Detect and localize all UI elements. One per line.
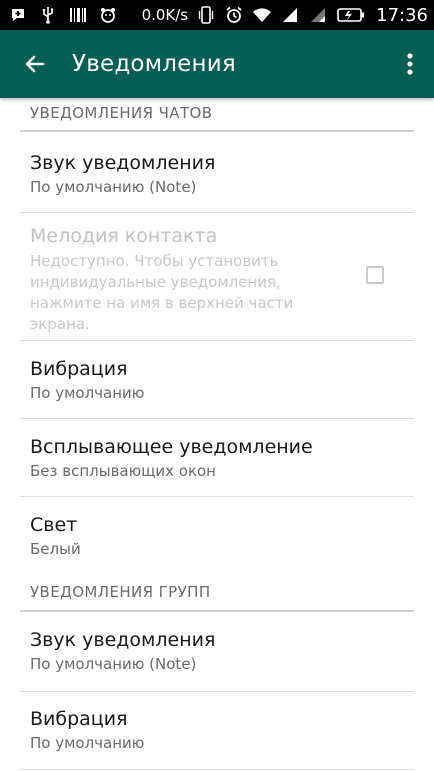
setting-chat-vibration[interactable]: Вибрация По умолчанию: [0, 341, 414, 418]
setting-value: По умолчанию: [30, 384, 145, 402]
app-bar: Уведомления: [0, 30, 434, 98]
setting-title: Всплывающее уведомление: [30, 436, 313, 458]
setting-title: Вибрация: [30, 358, 128, 380]
setting-title: Звук уведомления: [30, 152, 216, 174]
vibrate-icon: [196, 6, 216, 24]
setting-description: Недоступно. Чтобы установить индивидуаль…: [30, 252, 294, 333]
status-bar: 0.0K/s 17:36: [0, 0, 434, 30]
setting-value: По умолчанию: [30, 734, 145, 752]
more-options-icon[interactable]: [402, 49, 418, 79]
divider: [20, 769, 414, 770]
setting-group-sound[interactable]: Звук уведомления По умолчанию (Note): [0, 612, 414, 691]
setting-value: По умолчанию (Note): [30, 178, 197, 196]
alarm-icon: [224, 6, 244, 24]
signal-icon-2: [308, 6, 328, 24]
battery-icon: [336, 6, 366, 24]
setting-value: По умолчанию (Note): [30, 655, 197, 673]
usb-icon: [38, 6, 58, 24]
clock: 17:36: [376, 4, 428, 26]
wifi-icon: [252, 6, 272, 24]
setting-contact-tone: Мелодия контакта Недоступно. Чтобы устан…: [0, 213, 414, 340]
section-header-groups: УВЕДОМЛЕНИЯ ГРУПП: [20, 573, 414, 612]
setting-title: Свет: [30, 514, 78, 536]
setting-light[interactable]: Свет Белый: [0, 497, 414, 573]
contact-tone-checkbox: [366, 266, 384, 284]
page-title: Уведомления: [72, 51, 236, 77]
barcode-icon: [68, 6, 88, 24]
setting-title: Вибрация: [30, 708, 128, 730]
settings-list: УВЕДОМЛЕНИЯ ЧАТОВ Звук уведомления По ум…: [0, 98, 434, 770]
setting-value: Без всплывающих окон: [30, 462, 216, 480]
section-header-chats: УВЕДОМЛЕНИЯ ЧАТОВ: [20, 98, 414, 132]
setting-title: Мелодия контакта: [30, 225, 218, 247]
signal-icon: [280, 6, 300, 24]
setting-value: Белый: [30, 540, 81, 558]
network-speed: 0.0K/s: [141, 6, 189, 24]
setting-popup-notification[interactable]: Всплывающее уведомление Без всплывающих …: [0, 419, 414, 496]
setting-title: Звук уведомления: [30, 629, 216, 651]
setting-chat-sound[interactable]: Звук уведомления По умолчанию (Note): [0, 132, 414, 212]
setting-group-vibration[interactable]: Вибрация По умолчанию: [0, 692, 414, 769]
notification-plus-icon: [8, 6, 28, 24]
android-icon: [98, 6, 118, 24]
back-arrow-icon[interactable]: [20, 49, 50, 79]
